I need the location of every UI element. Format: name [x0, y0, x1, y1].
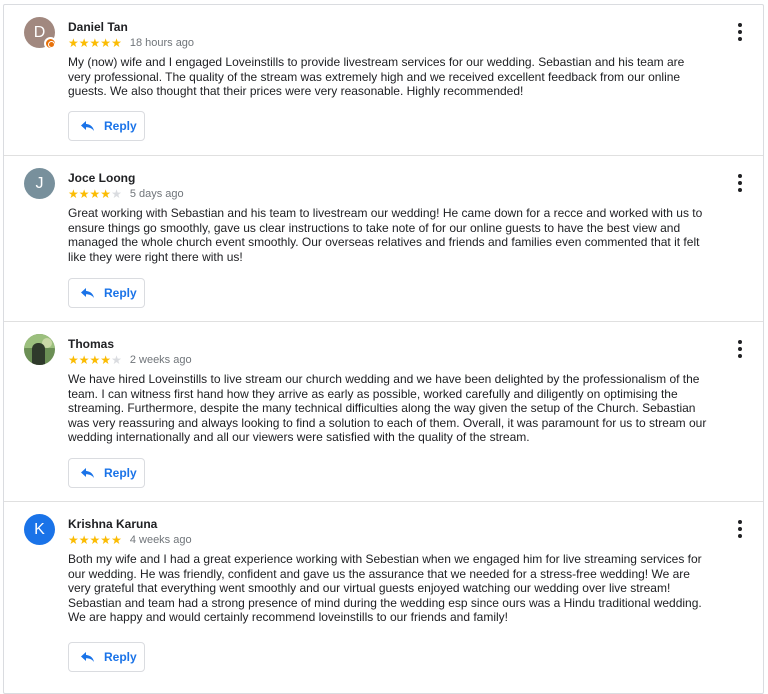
reply-button[interactable]: Reply [68, 458, 145, 488]
review-item: Thomas ★★★★★ 2 weeks ago We have hired L… [4, 322, 763, 502]
star-icon: ★ [100, 353, 112, 367]
star-icon: ★ [89, 353, 101, 367]
star-icon: ★ [68, 533, 79, 547]
star-icon: ★ [100, 36, 112, 50]
star-rating: ★★★★★ [68, 37, 122, 49]
review-time: 4 weeks ago [129, 534, 192, 546]
review-meta: ★★★★★ 5 days ago [68, 187, 184, 201]
review-item: K Krishna Karuna ★★★★★ 4 weeks ago Both … [4, 502, 763, 692]
star-icon: ★ [78, 36, 90, 50]
reply-arrow-icon [81, 121, 94, 131]
reviewer-name[interactable]: Thomas [68, 337, 114, 351]
star-icon: ★ [68, 187, 79, 201]
review-time: 18 hours ago [129, 37, 195, 49]
star-icon: ★ [89, 187, 101, 201]
avatar-letter: D [33, 24, 46, 41]
avatar[interactable]: D [24, 17, 57, 50]
reviewer-name[interactable]: Krishna Karuna [68, 517, 157, 531]
reply-button[interactable]: Reply [68, 278, 145, 308]
reply-button[interactable]: Reply [68, 111, 145, 141]
review-text: Both my wife and I had a great experienc… [68, 552, 702, 624]
star-rating: ★★★★★ [68, 354, 122, 366]
star-icon: ★ [111, 36, 122, 50]
avatar-letter: K [34, 521, 45, 538]
review-time: 2 weeks ago [129, 354, 192, 366]
avatar[interactable]: K [24, 514, 55, 545]
reply-arrow-icon [81, 468, 94, 478]
reviewer-name[interactable]: Joce Loong [68, 171, 135, 185]
reply-button[interactable]: Reply [68, 642, 145, 672]
star-icon: ★ [89, 36, 101, 50]
more-options-icon[interactable] [735, 340, 745, 358]
star-empty-icon: ★ [111, 187, 122, 201]
review-time: 5 days ago [129, 188, 184, 200]
star-rating: ★★★★★ [68, 188, 122, 200]
star-rating: ★★★★★ [68, 534, 122, 546]
review-meta: ★★★★★ 18 hours ago [68, 36, 194, 50]
star-icon: ★ [68, 353, 79, 367]
reply-label: Reply [104, 286, 137, 300]
avatar[interactable]: J [24, 168, 55, 199]
review-item: J Joce Loong ★★★★★ 5 days ago Great work… [4, 156, 763, 322]
star-icon: ★ [89, 533, 101, 547]
star-icon: ★ [78, 533, 90, 547]
star-icon: ★ [78, 187, 90, 201]
reviewer-name[interactable]: Daniel Tan [68, 20, 128, 34]
reply-label: Reply [104, 650, 137, 664]
review-meta: ★★★★★ 2 weeks ago [68, 353, 192, 367]
star-icon: ★ [78, 353, 90, 367]
review-text: We have hired Loveinstills to live strea… [68, 372, 707, 444]
avatar[interactable] [24, 334, 55, 365]
reply-label: Reply [104, 466, 137, 480]
star-empty-icon: ★ [111, 353, 122, 367]
star-icon: ★ [100, 533, 112, 547]
star-icon: ★ [111, 533, 122, 547]
avatar-letter: J [35, 175, 44, 192]
local-guide-badge-icon [44, 37, 57, 50]
more-options-icon[interactable] [735, 23, 745, 41]
review-item: D Daniel Tan ★★★★★ 18 hours ago My (now)… [4, 5, 763, 156]
reply-arrow-icon [81, 652, 94, 662]
review-meta: ★★★★★ 4 weeks ago [68, 533, 192, 547]
star-icon: ★ [100, 187, 112, 201]
star-icon: ★ [68, 36, 79, 50]
review-text: Great working with Sebastian and his tea… [68, 206, 703, 264]
more-options-icon[interactable] [735, 174, 745, 192]
reviews-panel: D Daniel Tan ★★★★★ 18 hours ago My (now)… [3, 4, 764, 694]
reply-arrow-icon [81, 288, 94, 298]
more-options-icon[interactable] [735, 520, 745, 538]
reply-label: Reply [104, 119, 137, 133]
review-text: My (now) wife and I engaged Loveinstills… [68, 55, 685, 98]
